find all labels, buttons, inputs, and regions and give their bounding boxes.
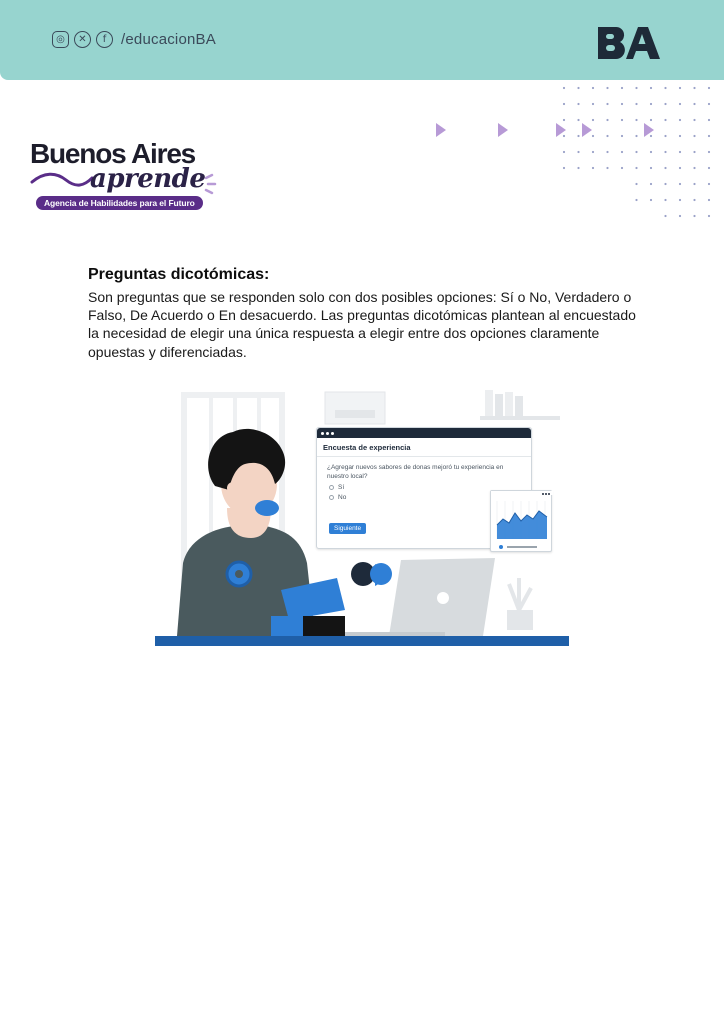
section-body: Son preguntas que se responden solo con … (88, 289, 636, 360)
buenos-aires-aprende-logo: Buenos Aires aprende Agencia de Habilida… (30, 138, 230, 212)
brand-script: aprende (90, 164, 206, 194)
area-chart-icon (491, 491, 553, 549)
decorative-dot-grid (562, 86, 711, 218)
x-icon[interactable]: ✕ (74, 31, 91, 48)
social-links: ◎ ✕ f /educacionBA (52, 31, 216, 48)
ba-logo: BA (598, 26, 660, 59)
facebook-icon[interactable]: f (96, 31, 113, 48)
stats-badges (351, 562, 392, 586)
survey-next-button[interactable]: Siguiente (329, 523, 367, 534)
radio-icon (329, 495, 334, 500)
survey-window-bar (317, 428, 531, 438)
decorative-arrows (436, 123, 654, 137)
survey-title: Encuesta de experiencia (317, 438, 531, 457)
books-illustration (480, 390, 560, 420)
plant-illustration (507, 578, 533, 630)
calendar-illustration (324, 391, 386, 425)
chart-card (490, 490, 553, 552)
brand-tagline: Agencia de Habilidades para el Futuro (36, 196, 203, 210)
instagram-icon[interactable]: ◎ (52, 31, 69, 48)
survey-question: ¿Agregar nuevos sabores de donas mejoró … (327, 464, 504, 480)
radio-icon (329, 485, 334, 490)
section-heading: Preguntas dicotómicas: (88, 266, 270, 283)
floor-bar (155, 636, 569, 646)
social-handle[interactable]: /educacionBA (121, 31, 216, 48)
